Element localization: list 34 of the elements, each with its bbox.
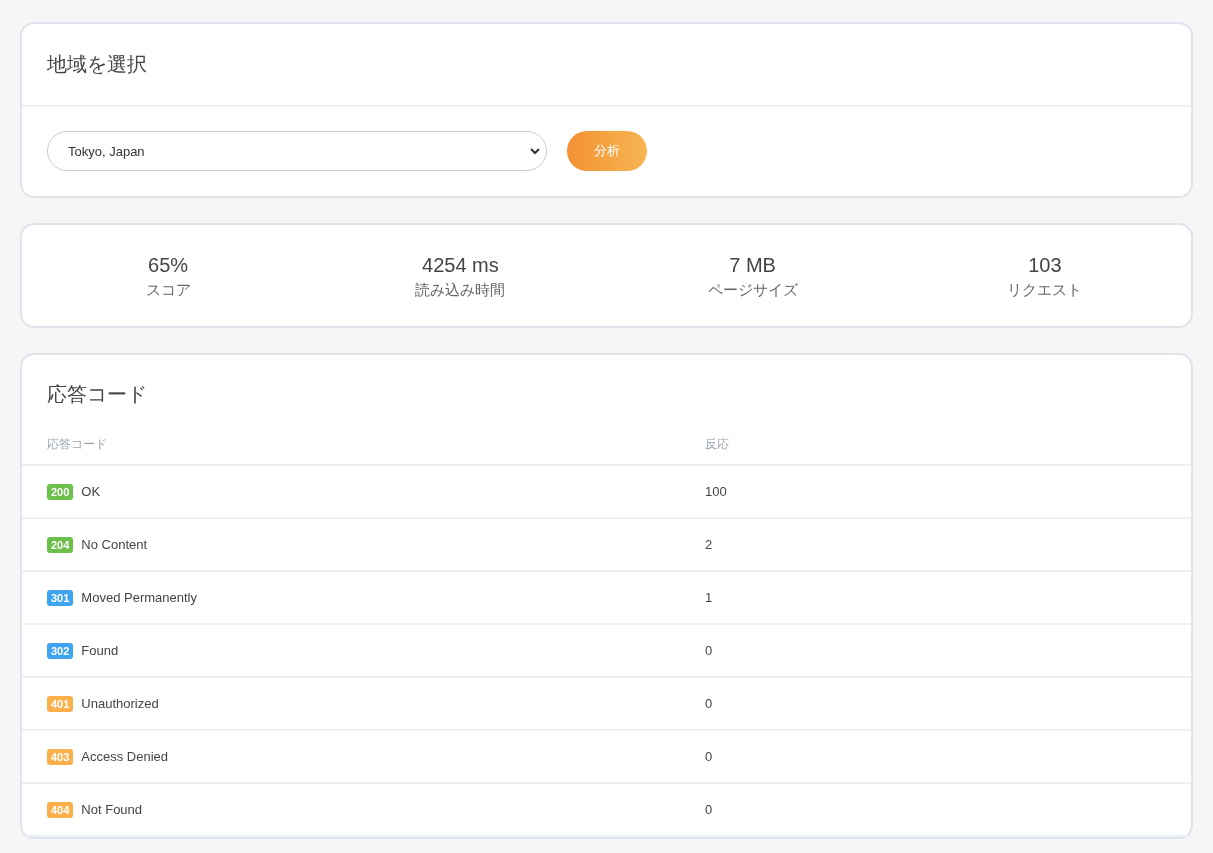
status-label: Found (81, 643, 119, 658)
status-code-badge: 301 (47, 589, 74, 606)
status-label: Access Denied (81, 749, 169, 764)
column-header: 反応 (704, 436, 730, 453)
status-label: No Content (81, 537, 148, 552)
stat-label: 読み込み時間 (415, 281, 506, 300)
stat-value: 4254 ms (422, 254, 499, 277)
stat-label: ページサイズ (707, 281, 798, 300)
chevron-down-icon (530, 147, 540, 155)
status-label: OK (81, 484, 101, 499)
stat-value: 7 MB (729, 254, 776, 277)
status-code-badge: 302 (47, 642, 74, 659)
status-code-badge: 200 (47, 483, 74, 500)
response-count: 1 (705, 590, 713, 605)
status-label: Not Found (81, 802, 143, 817)
stat-label: スコア (145, 281, 191, 300)
status-label: Moved Permanently (81, 590, 197, 605)
stat-value: 103 (1028, 254, 1062, 277)
card-title: 応答コード (47, 383, 147, 405)
status-code-badge: 204 (47, 536, 74, 553)
stat-value: 65% (148, 254, 189, 277)
status-code-badge: 401 (47, 695, 74, 712)
card-title: 地域を選択 (47, 52, 147, 77)
column-header: 応答コード (46, 436, 108, 453)
response-count: 2 (705, 537, 713, 552)
response-count: 0 (705, 696, 713, 711)
response-count: 0 (705, 643, 713, 658)
status-code-badge: 403 (47, 748, 74, 765)
status-label: Unauthorized (81, 696, 159, 711)
response-count: 100 (705, 484, 727, 499)
response-count: 0 (705, 802, 713, 817)
status-code-badge: 404 (47, 801, 74, 818)
response-count: 0 (705, 749, 713, 764)
stat-label: リクエスト (1007, 281, 1083, 300)
